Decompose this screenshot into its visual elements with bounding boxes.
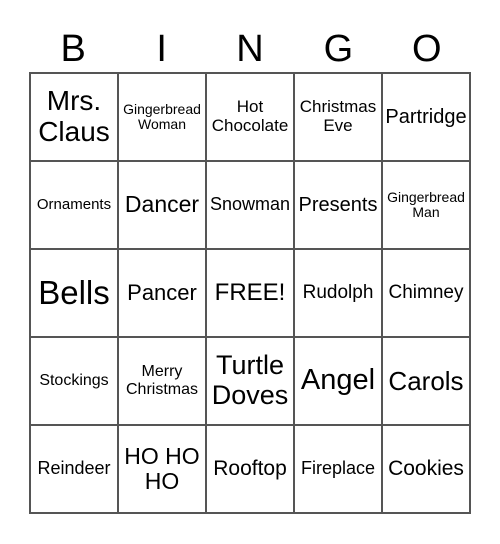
bingo-cell: Presents [294,161,382,249]
cell-text: Stockings [39,372,109,390]
bingo-cell: Fireplace [294,425,382,513]
bingo-cell: Carols [382,337,470,425]
bingo-cell: Gingerbread Woman [118,73,206,161]
bingo-cell: HO HO HO [118,425,206,513]
bingo-cell: Chimney [382,249,470,337]
bingo-cell: Ornaments [30,161,118,249]
header-letter-b: B [60,28,86,70]
cell-text: Mrs. Claus [38,85,110,147]
bingo-cell: Stockings [30,337,118,425]
bingo-cell: Rooftop [206,425,294,513]
bingo-cell: Dancer [118,161,206,249]
cell-text: Fireplace [300,458,376,479]
cell-text: Rooftop [213,457,287,481]
cell-text: Bells [38,273,110,311]
cell-text: Gingerbread Man [387,188,465,220]
bingo-grid: Mrs. Claus Gingerbread Woman Hot Chocola… [29,72,471,514]
cell-text: Reindeer [37,458,111,479]
cell-text: Christmas Eve [299,97,377,135]
cell-text: Gingerbread Woman [123,100,201,132]
cell-text: Presents [298,194,378,216]
header-letter-g: G [323,28,354,70]
cell-text: Hot Chocolate [211,97,289,135]
cell-text: Rudolph [302,281,374,303]
bingo-cell: Merry Christmas [118,337,206,425]
bingo-header: B I N G O [29,26,471,72]
cell-text: Angel [300,364,376,397]
free-space: FREE! [206,249,294,337]
cell-text: Carols [388,365,464,396]
bingo-cell: Pancer [118,249,206,337]
bingo-cell: Turtle Doves [206,337,294,425]
cell-text: Ornaments [36,195,112,213]
bingo-cell: Hot Chocolate [206,73,294,161]
header-letter-o: O [412,28,442,70]
bingo-cell: Christmas Eve [294,73,382,161]
cell-text: Snowman [209,194,291,215]
bingo-cell: Mrs. Claus [30,73,118,161]
bingo-cell: Partridge [382,73,470,161]
bingo-cell: Bells [30,249,118,337]
bingo-cell: Rudolph [294,249,382,337]
cell-text: HO HO HO [124,442,200,494]
cell-text: Merry Christmas [125,363,198,398]
cell-text: Turtle Doves [211,350,289,410]
bingo-cell: Gingerbread Man [382,161,470,249]
cell-text: Chimney [388,281,464,303]
cell-text: FREE! [214,278,286,306]
bingo-cell: Cookies [382,425,470,513]
bingo-cell: Snowman [206,161,294,249]
bingo-cell: Reindeer [30,425,118,513]
cell-text: Cookies [388,457,464,481]
cell-text: Partridge [385,106,467,128]
header-letter-i: I [156,28,167,70]
cell-text: Dancer [124,191,200,218]
cell-text: Pancer [127,279,197,305]
header-letter-n: N [236,28,264,70]
bingo-cell: Angel [294,337,382,425]
